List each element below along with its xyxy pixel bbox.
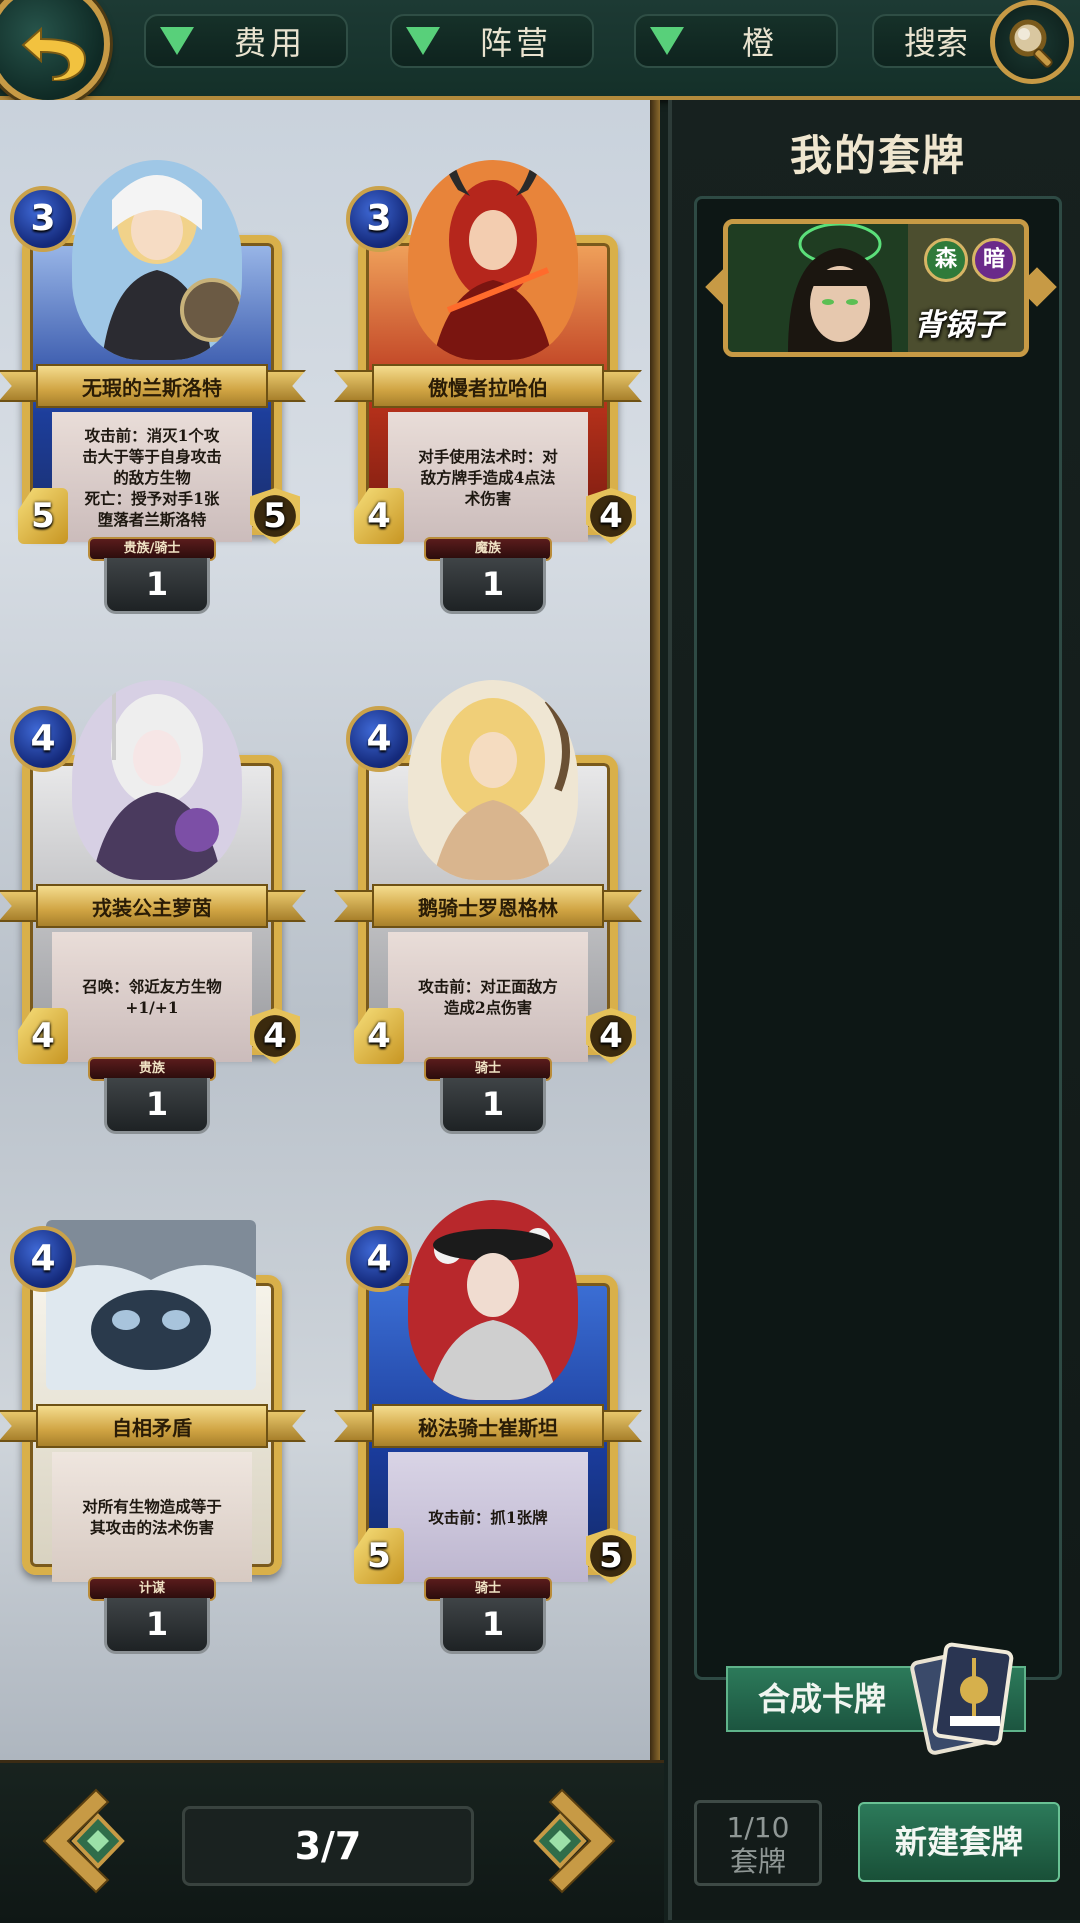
- triangle-down-icon: [406, 27, 440, 55]
- card-copy-count: 1: [440, 1598, 546, 1654]
- card-ability-text: 对手使用法术时：对 敌方牌手造成4点法 术伤害: [388, 412, 588, 542]
- card-copy-count: 1: [104, 1598, 210, 1654]
- back-arrow-icon: [21, 26, 87, 81]
- rarity-filter-dropdown[interactable]: 橙: [634, 14, 838, 68]
- previous-page-button[interactable]: [36, 1786, 132, 1896]
- card-copy-count: 1: [440, 558, 546, 614]
- rarity-filter-label: 橙: [741, 24, 778, 62]
- deck-panel-title: 我的套牌: [789, 131, 966, 180]
- card-name-banner: 戎装公主萝茵: [0, 878, 306, 934]
- faction-filter-dropdown[interactable]: 阵营: [390, 14, 594, 68]
- card-art: [72, 680, 242, 880]
- card-stack-icon: [910, 1638, 1020, 1758]
- card-name: 戎装公主萝茵: [36, 884, 268, 928]
- chevron-left-icon: [42, 1788, 125, 1894]
- deck-list: 森 暗 背锅子: [694, 196, 1062, 1680]
- card-art: [408, 680, 578, 880]
- triangle-down-icon: [650, 27, 684, 55]
- card-name: 傲慢者拉哈伯: [372, 364, 604, 408]
- card-cost-gem: 3: [346, 186, 412, 252]
- card-lohengrin[interactable]: 鹅骑士罗恩格林 攻击前：对正面敌方 造成2点伤害 骑士 4 4 4 1: [334, 660, 642, 1160]
- deck-count-value: 1/10: [726, 1811, 790, 1844]
- faction-forest-badge: 森: [924, 238, 968, 282]
- card-ability-text: 攻击前：对正面敌方 造成2点伤害: [388, 932, 588, 1062]
- card-copy-count: 1: [104, 1078, 210, 1134]
- card-cost-gem: 4: [346, 706, 412, 772]
- faction-filter-label: 阵营: [479, 24, 552, 62]
- card-name-banner: 傲慢者拉哈伯: [334, 358, 642, 414]
- deck-count: 1/10 套牌: [694, 1800, 822, 1886]
- cost-filter-label: 费用: [233, 24, 306, 62]
- card-copy-count: 1: [104, 558, 210, 614]
- deck-portrait: 森 暗 背锅子: [723, 219, 1029, 357]
- card-name-banner: 秘法骑士崔斯坦: [334, 1398, 642, 1454]
- card-art: [408, 1200, 578, 1400]
- card-health: 5: [250, 488, 300, 544]
- new-deck-label: 新建套牌: [894, 1823, 1023, 1861]
- card-tristan[interactable]: 秘法骑士崔斯坦 攻击前：抓1张牌 骑士 4 5 5 1: [334, 1180, 642, 1680]
- deck-item[interactable]: 森 暗 背锅子: [705, 219, 1057, 357]
- card-cost-gem: 3: [10, 186, 76, 252]
- card-art: [72, 160, 242, 360]
- chevron-right-icon: [533, 1788, 616, 1894]
- card-name-banner: 自相矛盾: [0, 1398, 306, 1454]
- card-name: 鹅骑士罗恩格林: [372, 884, 604, 928]
- cost-filter-dropdown[interactable]: 费用: [144, 14, 348, 68]
- faction-dark-badge: 暗: [972, 238, 1016, 282]
- card-name: 无瑕的兰斯洛特: [36, 364, 268, 408]
- back-button[interactable]: [0, 0, 110, 106]
- card-cost-gem: 4: [10, 706, 76, 772]
- card-name-banner: 鹅骑士罗恩格林: [334, 878, 642, 934]
- card-art: [408, 160, 578, 360]
- deck-panel: 我的套牌 森 暗 背锅子 合成卡牌 1/10 套牌 新建套牌: [668, 100, 1080, 1920]
- magnifier-icon: [1009, 19, 1053, 68]
- card-ability-text: 攻击前：抓1张牌: [388, 1452, 588, 1582]
- card-collection-grid: 无瑕的兰斯洛特 攻击前：消灭1个攻 击大于等于自身攻击 的敌方生物 死亡：授予对…: [0, 100, 660, 1760]
- card-ability-text: 攻击前：消灭1个攻 击大于等于自身攻击 的敌方生物 死亡：授予对手1张 堕落者兰…: [52, 412, 252, 542]
- triangle-down-icon: [160, 27, 194, 55]
- card-health: 4: [250, 1008, 300, 1064]
- new-deck-button[interactable]: 新建套牌: [858, 1802, 1060, 1882]
- card-lancelot[interactable]: 无瑕的兰斯洛特 攻击前：消灭1个攻 击大于等于自身攻击 的敌方生物 死亡：授予对…: [0, 140, 306, 640]
- card-art: [46, 1220, 256, 1390]
- search-icon-button[interactable]: [990, 0, 1074, 84]
- card-health: 5: [586, 1528, 636, 1584]
- card-cost-gem: 4: [346, 1226, 412, 1292]
- card-name: 自相矛盾: [36, 1404, 268, 1448]
- card-ability-text: 召唤：邻近友方生物 +1/+1: [52, 932, 252, 1062]
- card-health: 4: [586, 1008, 636, 1064]
- card-name-banner: 无瑕的兰斯洛特: [0, 358, 306, 414]
- top-bar: 费用 阵营 橙 搜索: [0, 0, 1080, 106]
- page-indicator: 3/7: [182, 1806, 474, 1886]
- deck-count-label: 套牌: [729, 1845, 786, 1878]
- next-page-button[interactable]: [526, 1786, 622, 1896]
- card-health: 4: [586, 488, 636, 544]
- card-cost-gem: 4: [10, 1226, 76, 1292]
- deck-name: 背锅子: [914, 308, 1004, 343]
- card-paradox[interactable]: 自相矛盾 对所有生物造成等于 其攻击的法术伤害 计谋 4 1: [0, 1180, 306, 1680]
- card-name: 秘法骑士崔斯坦: [372, 1404, 604, 1448]
- craft-cards-label: 合成卡牌: [758, 1680, 887, 1718]
- search-label: 搜索: [904, 24, 969, 62]
- card-princess-roin[interactable]: 戎装公主萝茵 召唤：邻近友方生物 +1/+1 贵族 4 4 4 1: [0, 660, 306, 1160]
- card-ability-text: 对所有生物造成等于 其攻击的法术伤害: [52, 1452, 252, 1582]
- card-copy-count: 1: [440, 1078, 546, 1134]
- card-rahab[interactable]: 傲慢者拉哈伯 对手使用法术时：对 敌方牌手造成4点法 术伤害 魔族 3 4 4 …: [334, 140, 642, 640]
